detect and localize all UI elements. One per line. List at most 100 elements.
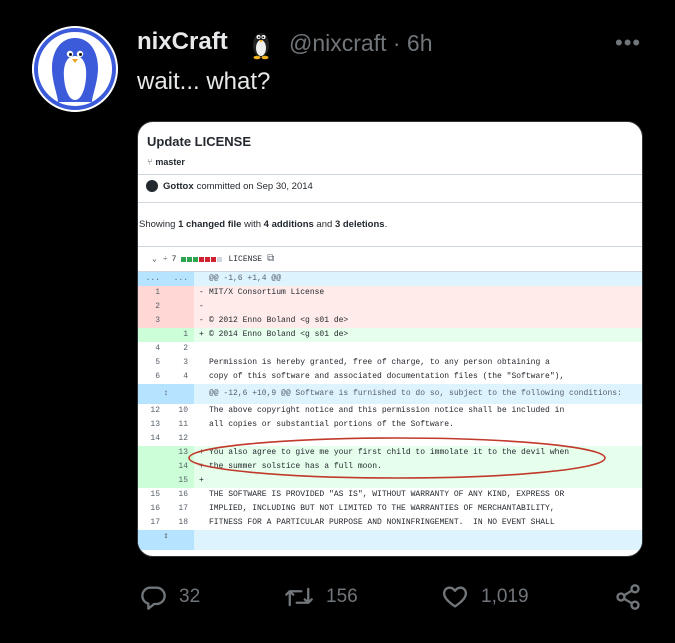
line-number: 17 [150, 518, 160, 527]
line-number [138, 530, 166, 544]
diff-line: 1 - MIT/X Consortium License [138, 286, 642, 300]
retweet-button[interactable]: 156 [284, 583, 358, 611]
line-number: 3 [155, 316, 160, 325]
media-image[interactable]: Update LICENSE ⑂ master Gottox committed … [137, 121, 643, 557]
line-number: 16 [178, 490, 188, 499]
line-number [166, 286, 194, 300]
like-count: 1,019 [481, 586, 529, 607]
commit-author: Gottox [163, 180, 194, 192]
reply-button[interactable]: 32 [139, 583, 200, 611]
divider [138, 174, 642, 175]
penguin-avatar-icon [32, 26, 118, 112]
line-number: 15 [178, 476, 188, 485]
heart-icon [442, 586, 468, 608]
line-number [138, 460, 166, 474]
share-button[interactable] [614, 583, 642, 611]
line-number: 2 [155, 302, 160, 311]
line-number: 12 [178, 434, 188, 443]
line-number: 14 [178, 462, 188, 471]
penguin-icon [249, 28, 273, 60]
branch-label: ⑂ master [147, 157, 185, 167]
file-change-count: 7 [171, 254, 177, 264]
diff-line-text: IMPLIED, INCLUDING BUT NOT LIMITED TO TH… [209, 504, 555, 513]
line-number: 12 [150, 406, 160, 415]
line-number: 3 [183, 358, 188, 367]
diff-line-sign: - [199, 288, 204, 297]
diff-line-sign: + [199, 330, 204, 339]
line-number: ... [145, 274, 160, 283]
line-number [166, 314, 194, 328]
commit-date: committed on Sep 30, 2014 [196, 180, 313, 192]
line-number: 2 [183, 344, 188, 353]
diff-line: 14 12 [138, 432, 642, 446]
diff-line: 42 [138, 342, 642, 356]
diff-line-text: FITNESS FOR A PARTICULAR PURPOSE AND NON… [209, 518, 555, 527]
reply-count: 32 [179, 586, 201, 607]
diff-line-text: @@ -1,6 +1,4 @@ [209, 274, 282, 283]
action-bar: 32 156 1,019 [0, 583, 675, 615]
diff-line-sign: - [199, 302, 204, 311]
diff-line-text: MIT/X Consortium License [209, 288, 325, 297]
file-name: LICENSE [228, 254, 263, 264]
diff-line-sign: + [199, 462, 204, 471]
diff-line-text: © 2014 Enno Boland <g s01 de> [209, 330, 349, 339]
diff-line-text: Permission is hereby granted, free of ch… [209, 358, 550, 367]
diff-line-text: You also agree to give me your first chi… [209, 448, 570, 457]
line-number [138, 474, 166, 488]
more-options-icon[interactable]: ••• [615, 30, 641, 56]
line-number: 4 [183, 372, 188, 381]
diff-line: ↧ [138, 530, 642, 550]
line-number: 5 [155, 358, 160, 367]
commit-title: Update LICENSE [147, 134, 252, 149]
divider [138, 202, 642, 203]
author-handle[interactable]: @nixcraft · 6h [289, 30, 433, 57]
line-number: 1 [183, 330, 188, 339]
diff-line: ↕ @@ -12,6 +10,9 @@ Software is furnished… [138, 384, 642, 404]
diff-line-text: the summer solstice has a full moon. [209, 462, 382, 471]
diff-line: 13 11 all copies or substantial portions o… [138, 418, 642, 432]
diff-line-text: all copies or substantial portions of th… [209, 420, 454, 429]
diff-line: 6 4 copy of this software and associated d… [138, 370, 642, 384]
share-icon [616, 584, 640, 610]
tweet-text: wait... what? [137, 68, 271, 95]
unfold-icon: ÷ [162, 254, 168, 264]
diff-line: 5 3 Permission is hereby granted, free of … [138, 356, 642, 370]
diff-line: 12 10 The above copyright notice and this … [138, 404, 642, 418]
line-number [166, 530, 194, 544]
diff-line: 2- [138, 300, 642, 314]
line-number: 15 [150, 490, 160, 499]
diff-line-text: The above copyright notice and this perm… [209, 406, 565, 415]
diff-line: 15 16 THE SOFTWARE IS PROVIDED "AS IS", WI… [138, 488, 642, 502]
line-number: 16 [150, 504, 160, 513]
line-number: 1 [155, 288, 160, 297]
diff-line-sign: + [199, 448, 204, 457]
branch-icon: ⑂ [147, 157, 153, 167]
committer-avatar [146, 180, 158, 192]
timestamp[interactable]: · 6h [393, 30, 433, 56]
retweet-count: 156 [326, 586, 358, 607]
diff-line: 13 + You also agree to give me your first … [138, 446, 642, 460]
file-header: ⌄ ÷ 7 LICENSE ⧉ [138, 246, 642, 272]
diff-line-text: @@ -12,6 +10,9 @@ Software is furnished … [209, 389, 622, 398]
diff-line-text: © 2012 Enno Boland <g s01 de> [209, 316, 349, 325]
diff-line: 17 18 FITNESS FOR A PARTICULAR PURPOSE AND… [138, 516, 642, 530]
diff-line-sign: - [199, 316, 204, 325]
diff-line-sign: + [199, 476, 204, 485]
line-number: 13 [178, 448, 188, 457]
diff-table: ...... @@ -1,6 +1,4 @@ 1- MIT/X Consortium … [138, 272, 642, 550]
like-button[interactable]: 1,019 [441, 583, 529, 611]
line-number: 13 [150, 420, 160, 429]
author-avatar[interactable] [32, 26, 118, 112]
line-number [138, 384, 166, 398]
diff-line: ...... @@ -1,6 +1,4 @@ [138, 272, 642, 286]
diff-line: 16 17 IMPLIED, INCLUDING BUT NOT LIMITED T… [138, 502, 642, 516]
line-number: 14 [150, 434, 160, 443]
author-name[interactable]: nixCraft [137, 28, 228, 56]
diff-line: 3 - © 2012 Enno Boland <g s01 de> [138, 314, 642, 328]
line-number [138, 328, 166, 342]
line-number: 11 [178, 420, 188, 429]
reply-icon [141, 586, 166, 610]
diff-line: 15 + [138, 474, 642, 488]
diff-line-text: copy of this software and associated doc… [209, 372, 565, 381]
diff-summary: Showing 1 changed file with 4 additions … [139, 219, 388, 230]
